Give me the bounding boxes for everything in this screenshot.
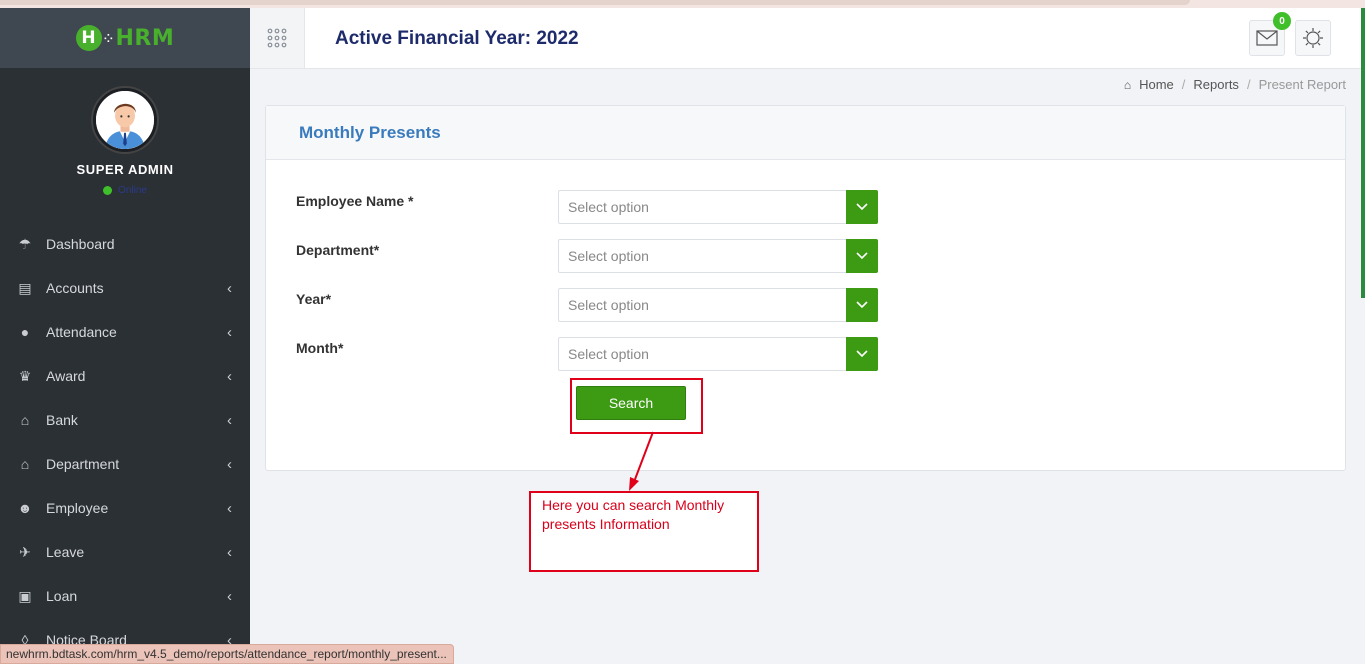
sidebar-nav: ☂ Dashboard ▤ Accounts ‹ ● Attendance ‹ ♛ Award ‹ ⌂…	[0, 222, 250, 662]
sidebar-item-label: Department	[46, 456, 120, 472]
online-status-dot	[103, 186, 113, 195]
sidebar: H ⁘ HRM SUPER ADMIN Online ☂ Dashboard ▤ Ac	[0, 8, 250, 664]
department-select[interactable]: Select option	[558, 239, 878, 273]
panel-title: Monthly Presents	[299, 122, 441, 142]
sidebar-item-loan[interactable]: ▣ Loan ‹	[0, 574, 250, 618]
chevron-left-icon: ‹	[227, 323, 232, 341]
chevron-down-icon[interactable]	[846, 190, 878, 224]
building-icon: ⌂	[20, 456, 30, 472]
avatar-icon	[96, 91, 154, 149]
annotation-arrow-icon	[629, 431, 654, 491]
employee-name-select[interactable]: Select option	[558, 190, 878, 224]
month-label: Month*	[296, 340, 344, 356]
monthly-presents-panel: Monthly Presents Employee Name * Select …	[265, 105, 1346, 471]
top-header: Active Financial Year: 2022 0	[250, 8, 1361, 69]
chevron-left-icon: ‹	[227, 411, 232, 429]
messages-count-badge: 0	[1273, 12, 1291, 30]
sidebar-item-employee[interactable]: ☻ Employee ‹	[0, 486, 250, 530]
page-title: Active Financial Year: 2022	[335, 28, 579, 49]
breadcrumb-separator: /	[1246, 77, 1251, 92]
grid-icon	[267, 28, 287, 48]
plane-icon: ✈	[19, 543, 31, 560]
chevron-left-icon: ‹	[227, 499, 232, 517]
sidebar-item-label: Award	[46, 368, 86, 384]
breadcrumb-current: Present Report	[1258, 77, 1346, 92]
employee-name-row: Employee Name * Select option	[296, 190, 896, 224]
department-label: Department*	[296, 242, 380, 258]
sidebar-item-award[interactable]: ♛ Award ‹	[0, 354, 250, 398]
year-label: Year*	[296, 291, 332, 307]
envelope-icon	[1256, 30, 1278, 46]
logo-bar[interactable]: H ⁘ HRM	[0, 8, 250, 68]
app-logo[interactable]: H ⁘ HRM	[75, 25, 175, 51]
profile: SUPER ADMIN Online	[0, 68, 250, 196]
chevron-down-icon[interactable]	[846, 239, 878, 273]
chevron-left-icon: ‹	[227, 367, 232, 385]
month-row: Month* Select option	[296, 337, 896, 371]
settings-button[interactable]	[1295, 20, 1331, 56]
profile-status: Online	[0, 185, 250, 196]
annotation-note: Here you can search Monthly presents Inf…	[529, 491, 759, 572]
logo-dots: ⁘	[103, 31, 114, 45]
chevron-left-icon: ‹	[227, 543, 232, 561]
sidebar-item-label: Employee	[46, 500, 109, 516]
sidebar-item-dashboard[interactable]: ☂ Dashboard	[0, 222, 250, 266]
year-select[interactable]: Select option	[558, 288, 878, 322]
year-select-value: Select option	[568, 297, 649, 313]
annotation-highlight-box	[570, 378, 703, 434]
sidebar-item-bank[interactable]: ⌂ Bank ‹	[0, 398, 250, 442]
employee-name-label: Employee Name *	[296, 193, 414, 209]
sidebar-item-department[interactable]: ⌂ Department ‹	[0, 442, 250, 486]
sidebar-item-label: Bank	[46, 412, 78, 428]
gear-icon	[1303, 28, 1323, 48]
users-icon: ☻	[17, 500, 33, 516]
money-icon: ▣	[18, 587, 32, 604]
avatar[interactable]	[93, 88, 157, 152]
briefcase-icon: ▤	[18, 279, 32, 296]
dashboard-icon: ☂	[18, 235, 32, 252]
chevron-left-icon: ‹	[227, 455, 232, 473]
month-select-value: Select option	[568, 346, 649, 362]
trophy-icon: ♛	[18, 367, 32, 384]
breadcrumb-separator: /	[1181, 77, 1186, 92]
employee-name-select-value: Select option	[568, 199, 649, 215]
sidebar-item-label: Dashboard	[46, 236, 115, 252]
sidebar-item-label: Loan	[46, 588, 78, 604]
sidebar-item-label: Accounts	[46, 280, 104, 296]
sidebar-item-leave[interactable]: ✈ Leave ‹	[0, 530, 250, 574]
logo-h-badge: H	[75, 25, 102, 51]
breadcrumb-reports[interactable]: Reports	[1193, 77, 1239, 92]
scrollbar[interactable]	[1361, 8, 1365, 298]
chevron-down-icon[interactable]	[846, 337, 878, 371]
bank-icon: ⌂	[20, 412, 30, 428]
department-select-value: Select option	[568, 248, 649, 264]
sidebar-item-label: Attendance	[46, 324, 117, 340]
sidebar-item-attendance[interactable]: ● Attendance ‹	[0, 310, 250, 354]
breadcrumb: ⌂ Home / Reports / Present Report	[1124, 77, 1346, 92]
sidebar-item-accounts[interactable]: ▤ Accounts ‹	[0, 266, 250, 310]
profile-status-label: Online	[118, 185, 147, 196]
chevron-left-icon: ‹	[227, 279, 232, 297]
browser-status-url: newhrm.bdtask.com/hrm_v4.5_demo/reports/…	[0, 644, 454, 664]
sidebar-item-label: Leave	[46, 544, 85, 560]
year-row: Year* Select option	[296, 288, 896, 322]
menu-toggle-button[interactable]	[250, 8, 305, 68]
logo-text: HRM	[115, 25, 175, 51]
breadcrumb-home[interactable]: Home	[1139, 77, 1174, 92]
department-row: Department* Select option	[296, 239, 896, 273]
browser-top-strip	[0, 0, 1365, 8]
panel-header: Monthly Presents	[266, 106, 1345, 160]
chevron-left-icon: ‹	[227, 587, 232, 605]
browser-tab-bar	[0, 0, 1190, 5]
home-icon: ⌂	[1123, 77, 1132, 92]
month-select[interactable]: Select option	[558, 337, 878, 371]
user-icon: ●	[20, 324, 30, 340]
profile-name: SUPER ADMIN	[76, 162, 174, 177]
chevron-down-icon[interactable]	[846, 288, 878, 322]
